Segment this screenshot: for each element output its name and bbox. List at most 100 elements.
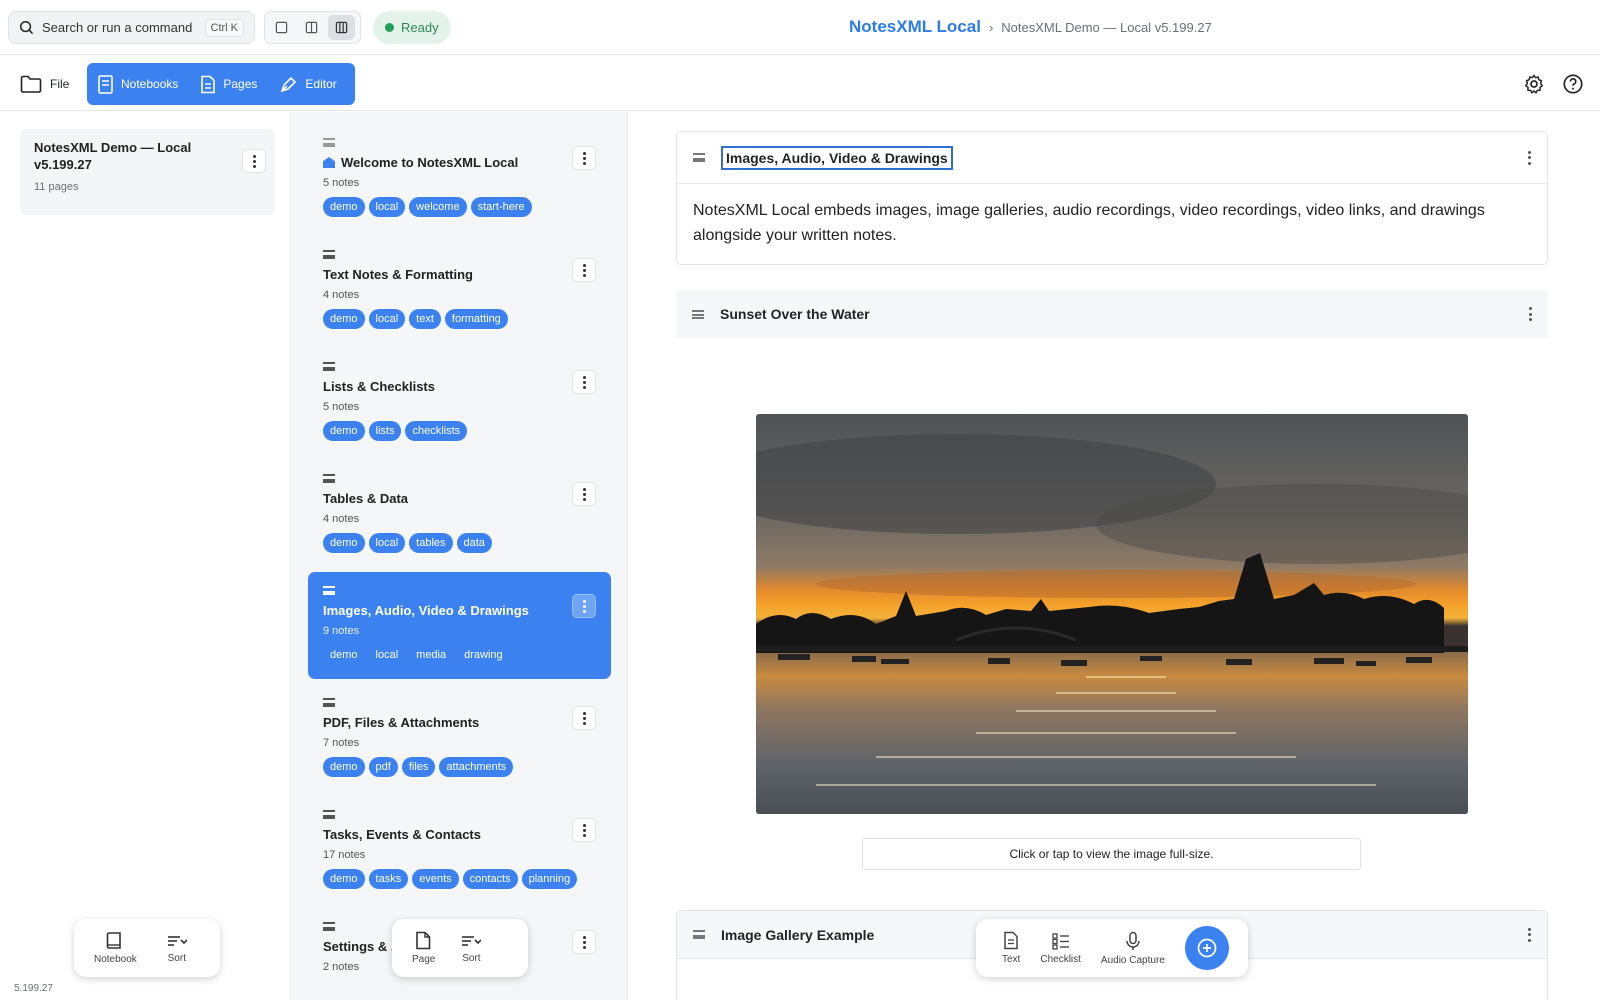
page-menu-button[interactable] — [572, 930, 596, 954]
page-item-tags: demo lists checklists — [323, 421, 596, 441]
sunset-photo — [756, 414, 1468, 814]
settings-button[interactable] — [1521, 71, 1547, 97]
drag-handle-icon[interactable] — [693, 153, 705, 162]
page-list-item[interactable]: Lists & Checklists 5 notes demo lists checkl… — [308, 348, 611, 455]
search-label: Search or run a command — [42, 20, 193, 35]
page-menu-button[interactable] — [572, 706, 596, 730]
file-button[interactable]: File — [12, 66, 77, 101]
image-note-header: Sunset Over the Water — [676, 290, 1548, 338]
tag-badge[interactable]: welcome — [409, 197, 467, 217]
help-button[interactable] — [1560, 71, 1586, 97]
tag-badge[interactable]: tasks — [368, 869, 409, 889]
editor-toggle[interactable]: Editor — [279, 75, 337, 94]
page-menu-button[interactable] — [572, 818, 596, 842]
tag-badge[interactable]: checklists — [405, 421, 468, 441]
page-menu-button[interactable] — [572, 146, 596, 170]
drag-handle-icon[interactable] — [323, 922, 335, 931]
drag-handle-icon[interactable] — [692, 309, 704, 319]
page-icon — [201, 75, 216, 93]
tag-badge[interactable]: text — [409, 309, 441, 329]
page-item-note-count: 4 notes — [323, 289, 360, 301]
page-title-input[interactable]: Images, Audio, Video & Drawings — [721, 145, 953, 170]
page-item-note-count: 5 notes — [323, 401, 360, 413]
page-list-item[interactable]: Welcome to NotesXML Local 5 notes demo loca… — [308, 124, 611, 231]
tag-badge[interactable]: planning — [521, 869, 578, 889]
tag-badge[interactable]: demo — [323, 309, 365, 329]
tag-badge[interactable]: events — [412, 869, 459, 889]
tag-badge[interactable]: demo — [323, 197, 365, 217]
page-list-item[interactable]: Text Notes & Formatting 4 notes demo local t… — [308, 236, 611, 343]
single-pane-button[interactable] — [268, 15, 295, 40]
drag-handle-icon[interactable] — [323, 362, 335, 371]
page-list-item[interactable]: Images, Audio, Video & Drawings 9 notes de… — [308, 572, 611, 679]
tag-badge[interactable]: demo — [323, 533, 365, 553]
add-audio-button[interactable]: Audio Capture — [1101, 931, 1165, 966]
tag-badge[interactable]: demo — [323, 757, 365, 777]
tag-badge[interactable]: formatting — [444, 309, 508, 329]
page-item-tags: demo local tables data — [323, 533, 596, 553]
more-vertical-icon[interactable] — [1527, 927, 1531, 942]
tag-badge[interactable]: demo — [323, 421, 365, 441]
drag-handle-icon[interactable] — [323, 586, 335, 595]
page-intro-text[interactable]: NotesXML Local embeds images, image gall… — [677, 184, 1547, 262]
notebook-menu-button[interactable] — [242, 149, 266, 173]
notebooks-toggle[interactable]: Notebooks — [97, 74, 178, 94]
pages-panel: Welcome to NotesXML Local 5 notes demo loca… — [292, 112, 628, 1000]
new-notebook-button[interactable]: Notebook — [94, 931, 137, 965]
drag-handle-icon[interactable] — [323, 250, 335, 259]
drag-handle-icon[interactable] — [323, 698, 335, 707]
app-title[interactable]: NotesXML Local — [849, 17, 981, 37]
page-list-item[interactable]: Tables & Data 4 notes demo local tables data — [308, 460, 611, 567]
page-menu-button[interactable] — [572, 594, 596, 618]
notebook-card[interactable]: NotesXML Demo — Local v5.199.27 11 pages — [20, 129, 275, 215]
sort-notebooks-button[interactable]: Sort — [167, 933, 187, 964]
three-pane-button[interactable] — [328, 15, 355, 40]
add-checklist-button[interactable]: Checklist — [1040, 932, 1081, 965]
tag-badge[interactable]: tables — [409, 533, 453, 553]
tag-badge[interactable]: drawing — [457, 645, 510, 665]
tag-badge[interactable]: local — [369, 645, 406, 665]
page-item-note-count: 9 notes — [323, 625, 360, 637]
gallery-note-title[interactable]: Image Gallery Example — [721, 927, 874, 943]
tag-badge[interactable]: attachments — [439, 757, 514, 777]
image-note-title[interactable]: Sunset Over the Water — [720, 306, 870, 322]
drag-handle-icon[interactable] — [323, 474, 335, 483]
pages-toggle[interactable]: Pages — [200, 75, 257, 94]
page-item-tags: demo local media drawing — [323, 645, 596, 665]
tag-badge[interactable]: local — [368, 309, 406, 329]
tag-badge[interactable]: local — [368, 533, 406, 553]
page-menu-button[interactable] — [572, 370, 596, 394]
tag-badge[interactable]: start-here — [470, 197, 532, 217]
more-vertical-icon[interactable] — [1527, 150, 1531, 165]
drag-handle-icon[interactable] — [693, 930, 705, 939]
page-menu-button[interactable] — [572, 482, 596, 506]
pages-label: Pages — [223, 77, 258, 91]
tag-badge[interactable]: files — [401, 757, 436, 777]
three-pane-icon — [335, 21, 348, 34]
sort-pages-button[interactable]: Sort — [461, 933, 482, 964]
command-search[interactable]: Search or run a command Ctrl K — [8, 11, 255, 44]
tag-badge[interactable]: demo — [323, 645, 365, 665]
breadcrumb-notebook[interactable]: NotesXML Demo — Local v5.199.27 — [1001, 20, 1212, 35]
page-list-item[interactable]: PDF, Files & Attachments 7 notes demo pdf fi… — [308, 684, 611, 791]
tag-badge[interactable]: demo — [323, 869, 365, 889]
more-vertical-icon[interactable] — [1528, 307, 1532, 321]
two-pane-button[interactable] — [298, 15, 325, 40]
view-full-size-button[interactable]: Click or tap to view the image full-size… — [862, 838, 1361, 870]
drag-handle-icon[interactable] — [323, 810, 335, 819]
add-text-note-button[interactable]: Text — [1002, 931, 1020, 965]
drag-handle-icon[interactable] — [323, 138, 335, 147]
tag-badge[interactable]: local — [368, 197, 406, 217]
tag-badge[interactable]: data — [456, 533, 492, 553]
more-vertical-icon — [582, 604, 586, 608]
new-page-button[interactable]: Page — [412, 931, 435, 965]
tag-badge[interactable]: media — [409, 645, 453, 665]
tag-badge[interactable]: pdf — [368, 757, 398, 777]
more-vertical-icon — [582, 268, 586, 272]
page-list-item[interactable]: Tasks, Events & Contacts 17 notes demo task… — [308, 796, 611, 903]
tag-badge[interactable]: lists — [368, 421, 402, 441]
sunset-image[interactable] — [756, 414, 1468, 814]
page-menu-button[interactable] — [572, 258, 596, 282]
add-note-button[interactable] — [1184, 926, 1229, 970]
tag-badge[interactable]: contacts — [462, 869, 518, 889]
